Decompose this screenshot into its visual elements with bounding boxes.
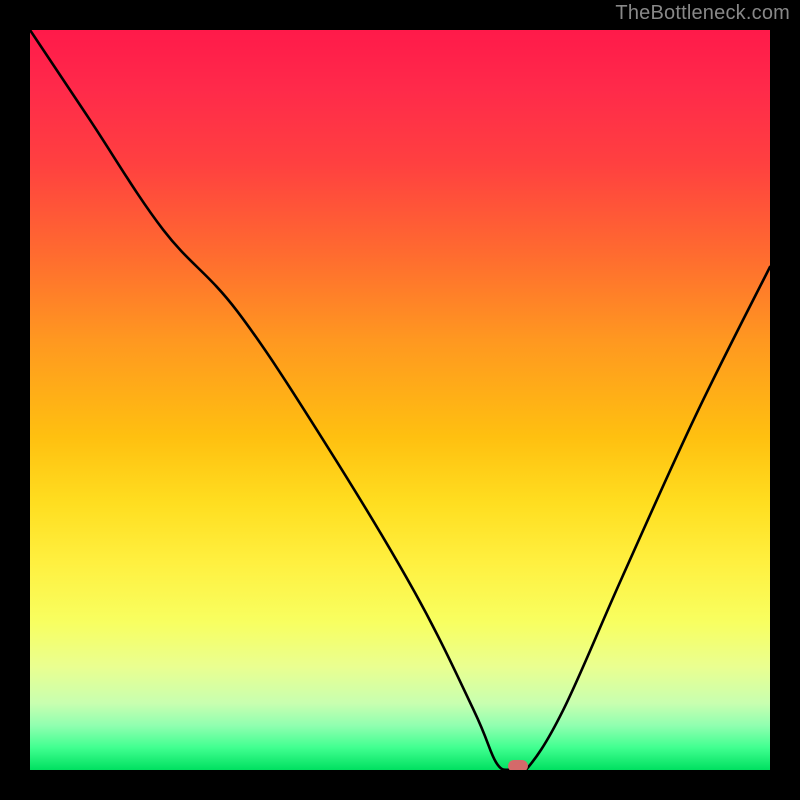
chart-frame: TheBottleneck.com xyxy=(0,0,800,800)
bottleneck-curve xyxy=(30,30,770,770)
optimal-marker xyxy=(508,760,528,770)
watermark-text: TheBottleneck.com xyxy=(615,2,790,25)
plot-area xyxy=(30,30,770,770)
